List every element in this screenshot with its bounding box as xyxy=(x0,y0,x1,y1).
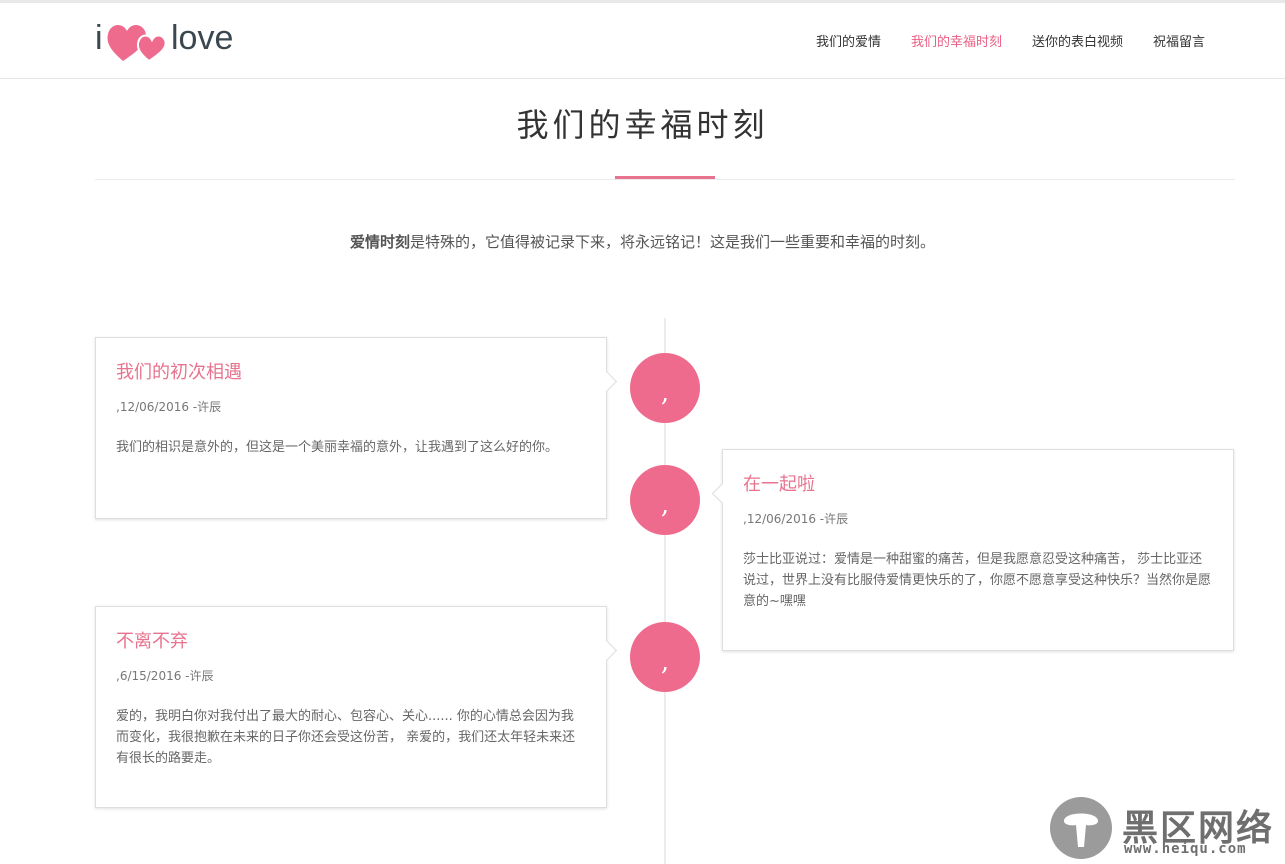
watermark-logo-icon xyxy=(1050,797,1112,859)
hearts-icon xyxy=(107,25,167,63)
site-logo[interactable]: i love xyxy=(95,17,255,67)
page-title: 我们的幸福时刻 xyxy=(516,106,769,144)
intro-rest: 是特殊的，它值得被记录下来，将永远铭记！这是我们一些重要和幸福的时刻。 xyxy=(410,233,936,251)
title-accent-bar xyxy=(615,176,715,179)
logo-love: love xyxy=(171,19,234,57)
card-title: 我们的初次相遇 xyxy=(116,362,242,383)
nav-our-love[interactable]: 我们的爱情 xyxy=(816,31,881,50)
nav-guestbook[interactable]: 祝福留言 xyxy=(1153,31,1205,50)
watermark: 黑区网络 www.heiqu.com xyxy=(1050,795,1280,861)
card-title: 不离不弃 xyxy=(116,631,188,652)
card-title: 在一起啦 xyxy=(743,474,815,495)
card-body: 莎士比亚说过：爱情是一种甜蜜的痛苦，但是我愿意忍受这种痛苦， 莎士比亚还说过，世… xyxy=(743,552,1212,609)
timeline-dot: , xyxy=(630,465,700,535)
intro-text: 爱情时刻是特殊的，它值得被记录下来，将永远铭记！这是我们一些重要和幸福的时刻。 xyxy=(0,231,1285,252)
main-nav: 我们的爱情 我们的幸福时刻 送你的表白视频 祝福留言 xyxy=(816,31,1205,50)
timeline-card: 我们的初次相遇 ,12/06/2016 -许辰 我们的相识是意外的，但这是一个美… xyxy=(95,337,618,519)
card-body: 爱的，我明白你对我付出了最大的耐心、包容心、关心...... 你的心情总会因为我… xyxy=(116,709,576,766)
timeline-dot: , xyxy=(630,353,700,423)
card-body: 我们的相识是意外的，但这是一个美丽幸福的意外，让我遇到了这么好的你。 xyxy=(116,440,559,455)
timeline-card: 不离不弃 ,6/15/2016 -许辰 爱的，我明白你对我付出了最大的耐心、包容… xyxy=(95,606,618,808)
card-meta: ,12/06/2016 -许辰 xyxy=(743,512,849,526)
timeline-card: 在一起啦 ,12/06/2016 -许辰 莎士比亚说过：爱情是一种甜蜜的痛苦，但… xyxy=(711,449,1234,651)
card-arrow xyxy=(595,370,618,393)
title-divider xyxy=(95,179,1235,180)
nav-happy-moments[interactable]: 我们的幸福时刻 xyxy=(911,31,1002,50)
nav-confession-video[interactable]: 送你的表白视频 xyxy=(1032,31,1123,50)
card-arrow xyxy=(595,639,618,662)
card-meta: ,12/06/2016 -许辰 xyxy=(116,400,222,414)
timeline-dot: , xyxy=(630,622,700,692)
card-meta: ,6/15/2016 -许辰 xyxy=(116,669,214,683)
card-arrow xyxy=(711,482,734,505)
site-header: i love 我们的爱情 我们的幸福时刻 送你的表白视频 祝福留言 xyxy=(0,3,1285,79)
watermark-url: www.heiqu.com xyxy=(1124,841,1247,857)
logo-i: i xyxy=(95,19,103,57)
intro-bold: 爱情时刻 xyxy=(349,233,410,251)
